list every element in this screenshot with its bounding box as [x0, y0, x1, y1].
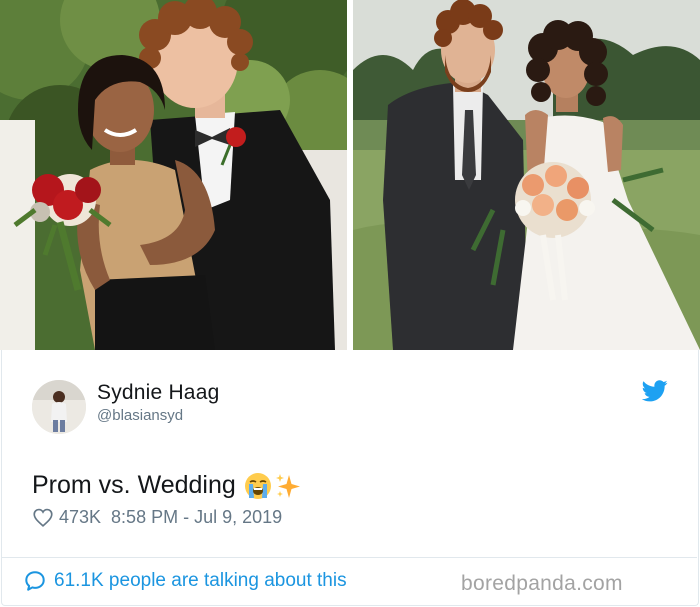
loudly-crying-face-emoji-icon — [244, 472, 272, 500]
twitter-bird-icon[interactable] — [641, 380, 668, 404]
timestamp-link[interactable]: 8:58 PM - Jul 9, 2019 — [111, 507, 282, 528]
display-name[interactable]: Sydnie Haag — [97, 381, 219, 405]
heart-icon[interactable] — [33, 508, 53, 527]
like-count[interactable]: 473K — [59, 507, 101, 528]
people-talking-text: 61.1K people are talking about this — [54, 570, 347, 591]
sparkles-emoji-icon — [274, 472, 302, 500]
prom-photo[interactable] — [0, 0, 347, 350]
tweet-text: Prom vs. Wedding — [32, 471, 302, 500]
watermark: boredpanda.com — [461, 572, 623, 595]
avatar-photo-icon — [32, 380, 86, 434]
people-talking-link[interactable]: 61.1K people are talking about this — [24, 570, 347, 592]
wedding-photo-illustration — [353, 0, 700, 350]
photo-collage — [0, 0, 700, 350]
card-divider — [2, 557, 697, 558]
speech-bubble-icon — [24, 570, 46, 592]
tweet-meta: 473K 8:58 PM - Jul 9, 2019 — [33, 507, 282, 528]
avatar[interactable] — [32, 380, 86, 434]
prom-photo-illustration — [0, 0, 347, 350]
tweet-text-content: Prom vs. Wedding — [32, 471, 236, 499]
wedding-photo[interactable] — [353, 0, 700, 350]
handle[interactable]: @blasiansyd — [97, 407, 183, 424]
